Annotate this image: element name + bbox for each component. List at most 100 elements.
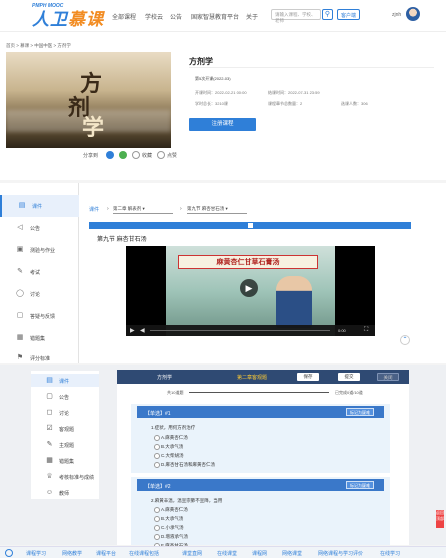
chevron-up-icon[interactable]: ⌃ [400,335,410,345]
footer-link[interactable]: 网络课程与学习评价 [318,550,363,557]
quiz-sidebar-item-grades[interactable]: ♕ 考核标准与成绩 [31,470,99,483]
play-small-icon[interactable]: ▶ [130,327,135,334]
quiz-sidebar: ▤ 课件 ▢ 公告 ◻ 讨论 ☑ 客观题 ✎ 主观题 ▦ 错题集 ♕ 考核标准与成绩 ☺ 教师 [31,371,99,499]
term-select[interactable]: 第5次开课(2022-03) [195,76,231,82]
quiz-sidebar-item-teacher[interactable]: ☺ 教师 [31,486,99,499]
start-date: 开课时间：2022-02-21 00:00 [195,90,247,95]
sidebar-item-label: 错题集 [59,459,75,465]
footer-link[interactable]: 课程学习 [26,550,46,557]
option-radio[interactable]: B.大承气汤 [153,516,183,522]
book-icon: ▤ [18,202,26,209]
footer-link[interactable]: 在线学习 [380,550,400,557]
megaphone-icon: ▢ [46,393,53,400]
footer-link[interactable]: 网络教学 [62,550,82,557]
play-icon[interactable]: ▶ [240,279,258,297]
footer-link[interactable]: 网络课堂 [282,550,302,557]
sidebar-item-label: 测验与作业 [30,248,56,254]
nav-about[interactable]: 关于 [246,12,258,21]
enrolled-count: 选课人数：306 [341,101,368,106]
lesson-select[interactable]: 第九节 麻杏甘石汤 ▾ [187,205,247,214]
sidebar-item-quiz[interactable]: ▣ 测验与作业 [0,239,79,261]
footer-link[interactable]: 课程网 [252,550,267,557]
site-logo[interactable]: PMPH MOOC 人卫慕课 [32,3,104,30]
chapter-select[interactable]: 第二章 解表剂 ▾ [113,205,173,214]
option-radio[interactable]: C.小承气汤 [154,525,184,531]
sidebar-item-discussion[interactable]: ◯ 讨论 [0,283,79,305]
chevron-right-icon: › [107,206,109,212]
option-radio[interactable]: D.增液承气汤 [154,534,188,540]
lecturer-figure [276,276,312,328]
back-to-top-button[interactable]: 返回顶部 [436,510,444,528]
like-icon[interactable] [157,151,165,159]
fullscreen-icon[interactable]: ⛶ [364,327,368,334]
quiz-chapter-title: 第二章客观题 [237,375,268,381]
footer-link[interactable]: 课堂直网 [182,550,202,557]
seek-bar[interactable] [150,330,330,331]
notebook-icon: ▦ [16,334,24,341]
quiz-sidebar-item-objective[interactable]: ☑ 客观题 [31,422,99,435]
sidebar-item-label: 客观题 [59,427,75,433]
pencil-icon: ✎ [46,441,53,448]
footer-link[interactable]: 课程平台 [96,550,116,557]
sidebar-item-notice[interactable]: ◁ 公告 [0,217,79,239]
site-header: PMPH MOOC 人卫慕课 全部课程 学校云 公告 国家智慧教育平台 关于 请… [0,0,446,32]
collect-icon[interactable] [132,151,140,159]
course-detail-panel: PMPH MOOC 人卫慕课 全部课程 学校云 公告 国家智慧教育平台 关于 请… [0,0,446,180]
nav-all-courses[interactable]: 全部课程 [112,12,136,21]
sidebar-item-mistakes[interactable]: ▦ 错题集 [0,327,79,349]
option-radio[interactable]: A.麻黄杏仁汤 [154,507,188,513]
nav-national-platform[interactable]: 国家智慧教育平台 [191,12,239,21]
user-name[interactable]: zjnh [392,12,401,18]
mark-difficult-button[interactable]: 标记为疑难 [346,408,374,416]
search-input[interactable]: 请输入课程、学校、老师 [271,9,321,23]
sidebar-item-label: 课件 [59,379,70,385]
video-player[interactable]: 麻黄杏仁甘草石膏汤 ▶ ▶ ◀ 0:00 ⛶ [126,246,375,336]
sidebar-item-qa[interactable]: ▢ 答疑与反馈 [0,305,79,327]
time-display: 0:00 [338,328,346,333]
option-radio[interactable]: A.麻黄杏仁汤 [154,435,188,441]
trophy-icon: ♕ [46,473,53,480]
sidebar-item-label: 考试 [30,270,41,276]
close-button[interactable]: 关闭 [377,373,399,381]
collect-button[interactable]: 收藏 [142,152,152,159]
logo-main-text: 人卫 [32,10,68,29]
mark-difficult-button[interactable]: 标记为疑难 [346,481,374,489]
question-header: 【单选】#2 标记为疑难 [137,479,384,491]
video-marker-icon [248,223,253,228]
qq-share-icon[interactable] [106,151,114,159]
sidebar-item-courseware[interactable]: ▤ 课件 [0,195,79,217]
avatar[interactable] [406,7,420,21]
video-controls: ▶ ◀ 0:00 ⛶ [126,325,375,336]
question-text: 2.麻黄辛温，温宣宗肺不宣降，当用 [151,498,223,503]
footer-link[interactable]: 在线课堂 [217,550,237,557]
section-progress-bar[interactable] [89,222,411,229]
sidebar-item-label: 教师 [59,491,70,497]
quiz-sidebar-item-discussion[interactable]: ◻ 讨论 [31,406,99,419]
quiz-sidebar-item-subjective[interactable]: ✎ 主观题 [31,438,99,451]
megaphone-icon: ◁ [17,224,23,231]
quiz-sidebar-item-mistakes[interactable]: ▦ 错题集 [31,454,99,467]
courseware-tab[interactable]: 课件 [89,206,99,213]
quiz-sidebar-item-courseware[interactable]: ▤ 课件 [31,374,99,387]
nav-notice[interactable]: 公告 [170,12,182,21]
sidebar-item-exam[interactable]: ✎ 考试 [0,261,79,283]
quiz-sidebar-item-notice[interactable]: ▢ 公告 [31,390,99,403]
save-button[interactable]: 保存 [297,373,319,381]
chevron-right-icon: › [180,206,182,212]
search-icon[interactable]: ⚲ [322,9,333,20]
option-radio[interactable]: C.大柴胡汤 [154,453,184,459]
option-radio[interactable]: B.大承气汤 [153,444,183,450]
app-download-button[interactable]: 客户端 [337,9,361,20]
enroll-button[interactable]: 注册课程 [189,118,256,131]
like-button[interactable]: 点赞 [167,152,177,159]
progress-line [189,392,329,393]
courseware-panel: ▤ 课件 ◁ 公告 ▣ 测验与作业 ✎ 考试 ◯ 讨论 ▢ 答疑与反馈 ▦ 错题集 ⚑ 评分标准… [0,183,446,363]
nav-school-cloud[interactable]: 学校云 [145,12,163,21]
submit-button[interactable]: 提交 [338,373,360,381]
course-sidebar: ▤ 课件 ◁ 公告 ▣ 测验与作业 ✎ 考试 ◯ 讨论 ▢ 答疑与反馈 ▦ 错题集 ⚑ 评分标准 [0,183,79,363]
wechat-share-icon[interactable] [119,151,127,159]
footer-link[interactable]: 在线课程包括 [129,550,159,557]
volume-icon[interactable]: ◀ [140,327,145,334]
chat-icon: ◯ [16,290,24,297]
option-radio[interactable]: D.麻杏甘石汤和麻黄杏仁汤 [154,462,215,468]
